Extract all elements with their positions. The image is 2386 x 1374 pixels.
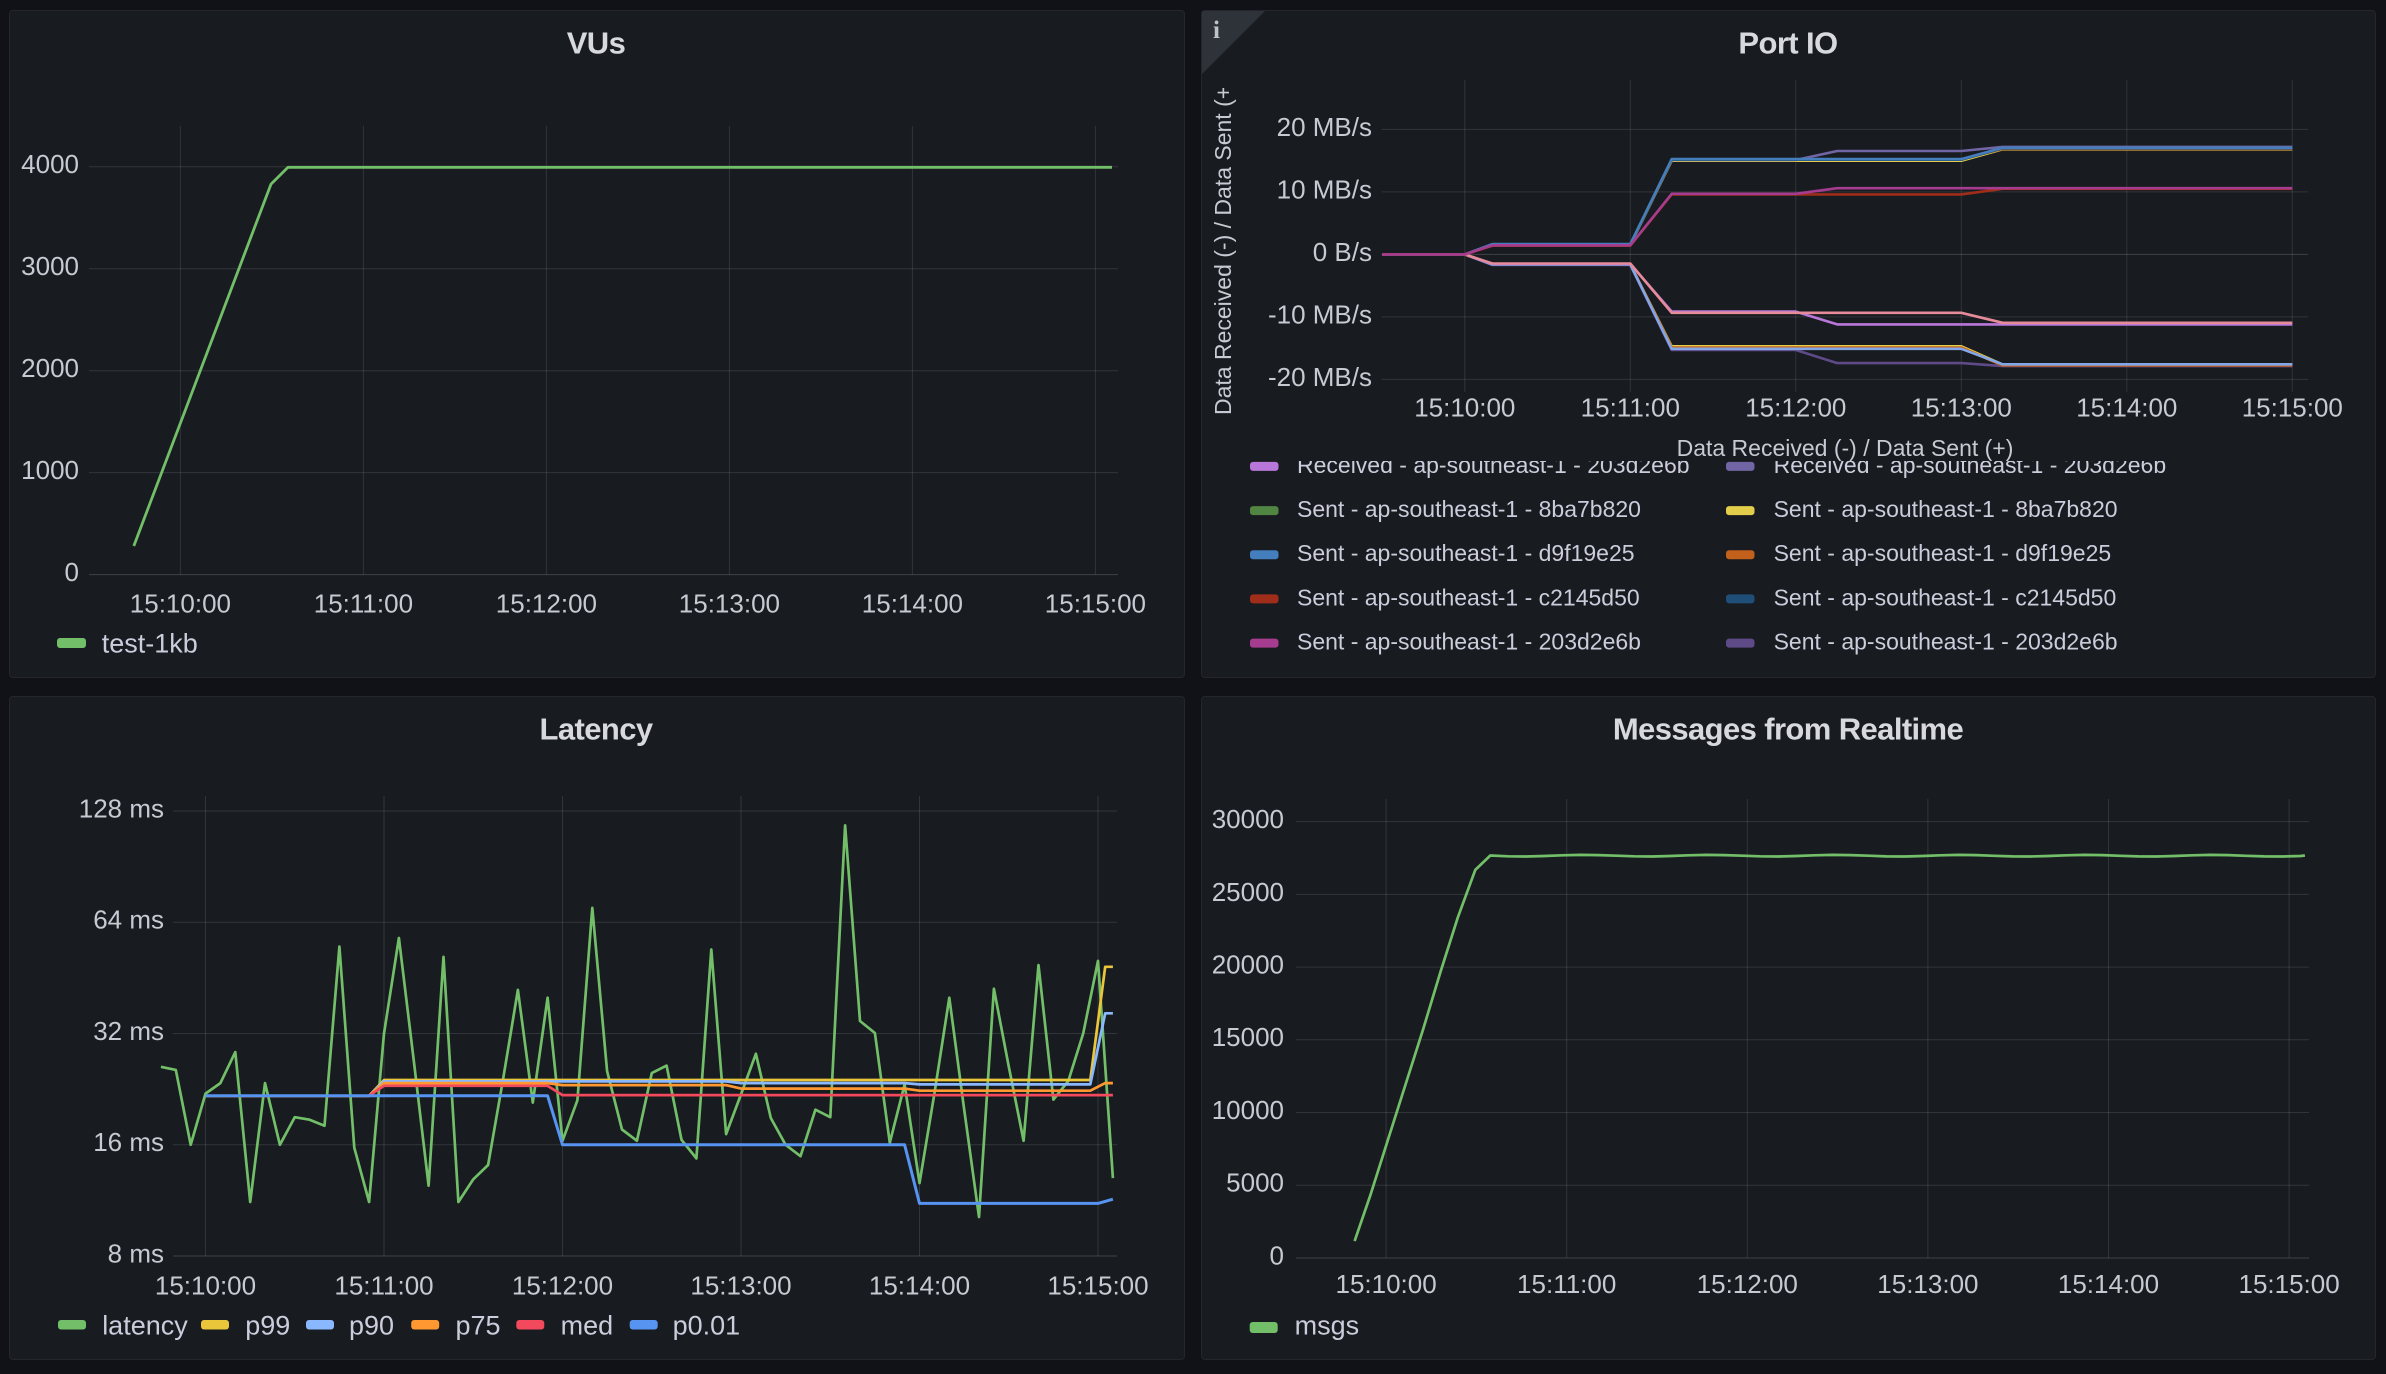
svg-text:med: med — [561, 1310, 614, 1340]
svg-text:15:10:00: 15:10:00 — [1414, 393, 1515, 423]
svg-text:15:13:00: 15:13:00 — [679, 589, 780, 619]
svg-text:30000: 30000 — [1212, 804, 1284, 834]
svg-text:4000: 4000 — [21, 149, 79, 179]
svg-text:0: 0 — [1270, 1240, 1284, 1270]
svg-text:20 MB/s: 20 MB/s — [1277, 112, 1372, 142]
svg-text:-10 MB/s: -10 MB/s — [1268, 299, 1372, 329]
svg-text:Sent - ap-southeast-1 - d9f19e: Sent - ap-southeast-1 - d9f19e25 — [1774, 540, 2112, 566]
svg-text:latency: latency — [102, 1310, 188, 1340]
svg-text:1000: 1000 — [21, 455, 79, 485]
svg-text:15:14:00: 15:14:00 — [869, 1271, 970, 1301]
svg-text:32 ms: 32 ms — [93, 1016, 164, 1046]
svg-text:15:11:00: 15:11:00 — [1517, 1269, 1616, 1299]
svg-text:Sent - ap-southeast-1 - c2145d: Sent - ap-southeast-1 - c2145d50 — [1297, 584, 1640, 610]
svg-text:15:12:00: 15:12:00 — [1745, 393, 1846, 423]
svg-text:Latency: Latency — [540, 712, 654, 747]
svg-text:15:10:00: 15:10:00 — [1335, 1269, 1436, 1299]
svg-text:10 MB/s: 10 MB/s — [1277, 174, 1372, 204]
svg-text:16 ms: 16 ms — [93, 1127, 164, 1157]
svg-text:Port IO: Port IO — [1738, 26, 1837, 61]
svg-text:15:15:00: 15:15:00 — [1045, 589, 1146, 619]
svg-text:Sent - ap-southeast-1 - d9f19e: Sent - ap-southeast-1 - d9f19e25 — [1297, 540, 1635, 566]
svg-text:Data Received (-) / Data Sent: Data Received (-) / Data Sent (+) — [1677, 435, 2014, 461]
svg-text:5000: 5000 — [1226, 1168, 1284, 1198]
svg-text:msgs: msgs — [1295, 1310, 1360, 1340]
svg-text:Data Received (-) / Data Sent: Data Received (-) / Data Sent (+) — [1210, 78, 1236, 415]
svg-text:Sent - ap-southeast-1 - 8ba7b8: Sent - ap-southeast-1 - 8ba7b820 — [1774, 496, 2118, 522]
svg-text:15:13:00: 15:13:00 — [690, 1271, 791, 1301]
svg-text:i: i — [1213, 17, 1220, 44]
svg-text:15:10:00: 15:10:00 — [130, 589, 231, 619]
svg-text:20000: 20000 — [1212, 950, 1284, 980]
svg-text:Messages from Realtime: Messages from Realtime — [1613, 712, 1964, 747]
svg-text:15:11:00: 15:11:00 — [334, 1271, 433, 1301]
svg-text:Sent - ap-southeast-1 - c2145d: Sent - ap-southeast-1 - c2145d50 — [1774, 584, 2117, 610]
svg-text:Sent - ap-southeast-1 - 8ba7b8: Sent - ap-southeast-1 - 8ba7b820 — [1297, 496, 1641, 522]
svg-text:Sent - ap-southeast-1 - 203d2e: Sent - ap-southeast-1 - 203d2e6b — [1774, 629, 2118, 655]
svg-text:VUs: VUs — [567, 26, 626, 61]
svg-text:15:13:00: 15:13:00 — [1911, 393, 2012, 423]
svg-text:15:15:00: 15:15:00 — [2242, 393, 2343, 423]
svg-text:15:14:00: 15:14:00 — [862, 589, 963, 619]
svg-text:15:13:00: 15:13:00 — [1877, 1269, 1978, 1299]
svg-text:15:14:00: 15:14:00 — [2058, 1269, 2159, 1299]
svg-text:15:15:00: 15:15:00 — [2238, 1269, 2339, 1299]
svg-text:-20 MB/s: -20 MB/s — [1268, 362, 1372, 392]
svg-text:15:12:00: 15:12:00 — [512, 1271, 613, 1301]
svg-text:3000: 3000 — [21, 251, 79, 281]
svg-text:15:14:00: 15:14:00 — [2076, 393, 2177, 423]
svg-text:Sent - ap-southeast-1 - 203d2e: Sent - ap-southeast-1 - 203d2e6b — [1297, 629, 1641, 655]
svg-text:p99: p99 — [245, 1310, 290, 1340]
svg-text:test-1kb: test-1kb — [102, 628, 198, 658]
svg-text:10000: 10000 — [1212, 1095, 1284, 1125]
svg-text:15:11:00: 15:11:00 — [314, 589, 413, 619]
svg-text:8 ms: 8 ms — [108, 1238, 164, 1268]
svg-text:15:11:00: 15:11:00 — [1581, 393, 1680, 423]
svg-text:p90: p90 — [349, 1310, 394, 1340]
svg-text:15:12:00: 15:12:00 — [496, 589, 597, 619]
svg-text:15000: 15000 — [1212, 1022, 1284, 1052]
svg-text:15:12:00: 15:12:00 — [1697, 1269, 1798, 1299]
svg-text:2000: 2000 — [21, 353, 79, 383]
svg-text:25000: 25000 — [1212, 877, 1284, 907]
svg-text:0: 0 — [65, 557, 79, 587]
svg-text:64 ms: 64 ms — [93, 905, 164, 935]
svg-text:p75: p75 — [456, 1310, 501, 1340]
svg-text:p0.01: p0.01 — [673, 1310, 741, 1340]
svg-text:128 ms: 128 ms — [79, 793, 164, 823]
svg-text:15:15:00: 15:15:00 — [1047, 1271, 1148, 1301]
svg-text:Received - ap-southeast-1 - 20: Received - ap-southeast-1 - 203d2e6b — [1297, 452, 1690, 478]
svg-text:15:10:00: 15:10:00 — [155, 1271, 256, 1301]
svg-text:0 B/s: 0 B/s — [1313, 237, 1372, 267]
